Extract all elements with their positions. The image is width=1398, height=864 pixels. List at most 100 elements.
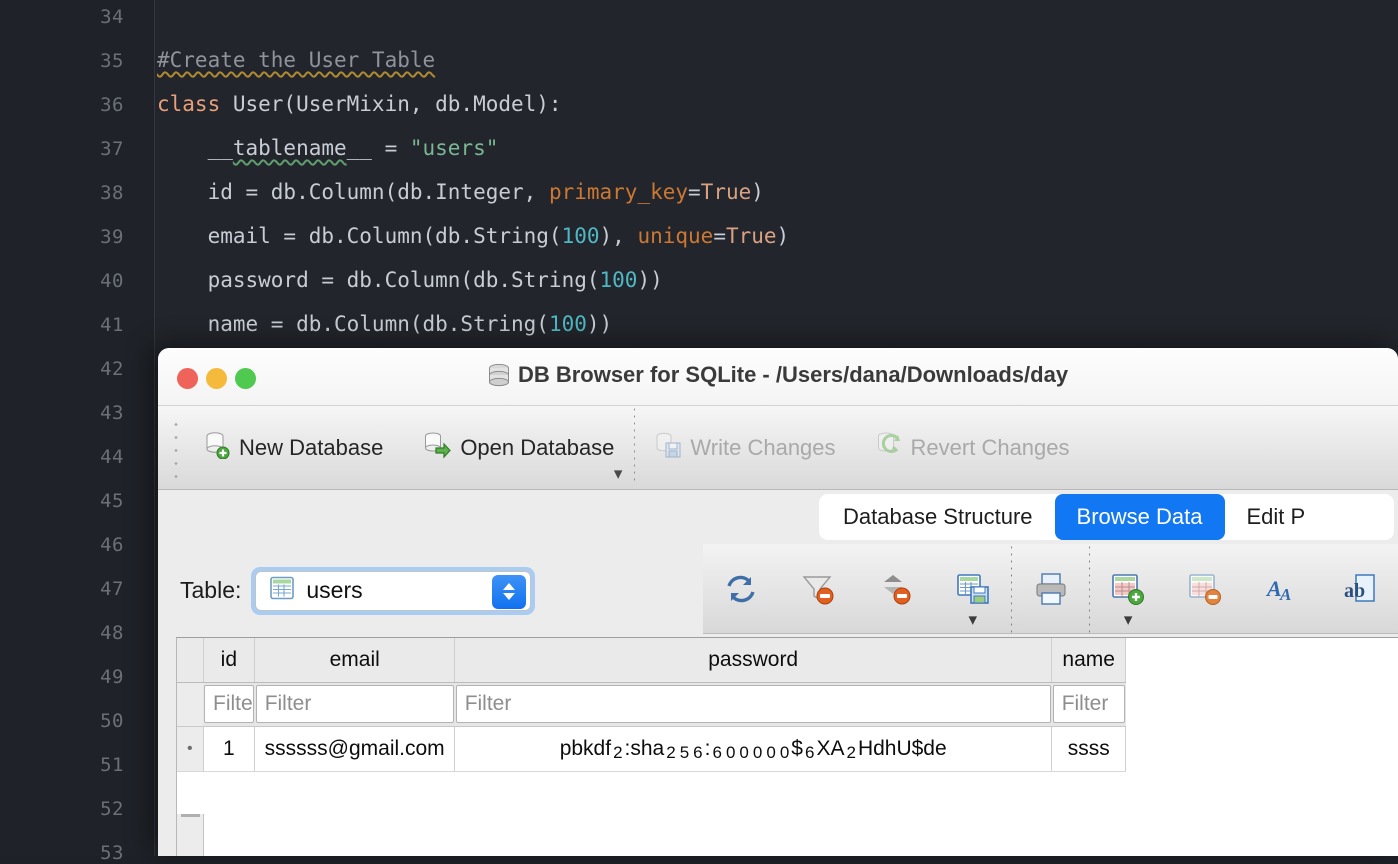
column-header-id[interactable]: id [203,638,255,682]
row-header-corner [177,638,203,682]
write-changes-label: Write Changes [690,435,835,461]
password-fragment: 0 [751,743,764,762]
code-token: 100 [600,268,638,292]
delete-record-icon[interactable] [1167,544,1244,634]
code-line[interactable]: #Create the User Table [157,48,435,72]
code-token: )) [587,312,612,336]
table-header-row: id email password name [177,638,1126,682]
clear-sort-icon[interactable] [857,544,934,634]
password-fragment: 0 [778,743,791,762]
filter-input-name[interactable]: Filter [1053,685,1125,723]
password-fragment: 5 [678,743,691,762]
code-token: ) [777,224,790,248]
code-line[interactable]: class User(UserMixin, db.Model): [157,92,562,116]
revert-changes-button[interactable]: Revert Changes [856,406,1090,490]
save-results-icon[interactable]: ▾ [934,544,1011,634]
editor-line-number-gutter: 3435363738394041424344454647484950515253 [0,0,155,856]
new-database-label: New Database [239,435,383,461]
code-token: tablename [233,136,347,160]
column-header-password[interactable]: password [455,638,1052,682]
filter-cell-id[interactable]: Filte [203,682,255,726]
password-fragment: 6 [803,743,816,762]
revert-changes-icon [876,431,902,465]
window-title: DB Browser for SQLite - /Users/dana/Down… [158,362,1398,388]
line-number: 52 [100,798,124,820]
open-database-button[interactable]: Open Database ▾ [403,406,634,490]
stepper-arrows-icon[interactable] [492,575,526,609]
find-replace-icon[interactable]: ab [1321,544,1398,634]
code-line[interactable]: __tablename__ = "users" [157,136,498,160]
row-marker: • [185,727,195,771]
data-table-body[interactable]: •1ssssss@gmail.compbkdf2:sha256:600000$6… [177,726,1126,771]
filter-input-password[interactable]: Filter [456,685,1051,723]
filter-cell-name[interactable]: Filter [1052,682,1126,726]
code-token: ) [751,180,764,204]
cell-name[interactable]: ssss [1052,726,1126,771]
new-database-icon [204,431,230,465]
filter-cell-password[interactable]: Filter [455,682,1052,726]
line-number: 39 [100,226,124,248]
chevron-down-icon[interactable]: ▾ [1124,611,1133,628]
column-header-name[interactable]: name [1052,638,1126,682]
main-toolbar[interactable]: New Database Open Database ▾ [158,406,1398,490]
code-token: name = db.Column(db.String( [157,312,549,336]
window-titlebar[interactable]: DB Browser for SQLite - /Users/dana/Down… [158,348,1398,406]
filter-input-email[interactable]: Filter [256,685,454,723]
clear-filter-icon[interactable] [780,544,857,634]
password-fragment: XA [816,737,844,760]
tab-bar[interactable]: Database Structure Browse Data Edit P [158,490,1398,544]
new-database-button[interactable]: New Database [184,406,403,490]
table-selector-combobox[interactable]: users [255,571,531,611]
chevron-down-icon[interactable]: ▾ [969,611,978,628]
password-fragment: 2 [844,743,857,762]
db-browser-window[interactable]: DB Browser for SQLite - /Users/dana/Down… [158,348,1398,856]
code-line[interactable]: name = db.Column(db.String(100)) [157,312,612,336]
open-database-icon [423,431,451,465]
refresh-icon[interactable] [703,544,780,634]
code-line[interactable]: email = db.Column(db.String(100), unique… [157,224,789,248]
cell-password[interactable]: pbkdf2:sha256:600000$6XA2HdhU$de [455,726,1052,771]
toolbar-grip[interactable] [174,418,178,478]
password-fragment: $ [791,737,803,760]
code-token: = [688,180,701,204]
code-line[interactable]: password = db.Column(db.String(100)) [157,268,663,292]
password-fragment: pbkdf [560,737,611,760]
line-number: 49 [100,666,124,688]
insert-record-icon[interactable]: ▾ [1090,544,1167,634]
password-fragment: 2 [664,743,677,762]
table-row[interactable]: •1ssssss@gmail.compbkdf2:sha256:600000$6… [177,726,1126,771]
tab-label: Database Structure [843,504,1033,530]
data-grid-container[interactable]: id email password name Filte Filter [158,637,1398,856]
print-icon[interactable] [1012,544,1089,634]
code-line[interactable]: id = db.Column(db.Integer, primary_key=T… [157,180,764,204]
code-token: __ = [347,136,410,160]
line-number: 40 [100,270,124,292]
cell-email[interactable]: ssssss@gmail.com [255,726,455,771]
line-number: 46 [100,534,124,556]
browse-data-toolbar[interactable]: Table: users [158,544,1398,637]
code-token: User(UserMixin, db.Model): [233,92,562,116]
filter-row[interactable]: Filte Filter Filter Filter [177,682,1126,726]
open-database-label: Open Database [460,435,614,461]
data-table[interactable]: id email password name Filte Filter [177,638,1126,772]
code-token: unique [637,224,713,248]
password-fragment: 0 [724,743,737,762]
filter-input-id[interactable]: Filte [204,685,254,723]
line-number: 42 [100,358,124,380]
tab-database-structure[interactable]: Database Structure [821,494,1055,540]
line-number: 38 [100,182,124,204]
tab-browse-data[interactable]: Browse Data [1055,494,1225,540]
font-size-icon[interactable]: A A [1244,544,1321,634]
chevron-down-icon[interactable]: ▾ [614,465,623,482]
tab-edit-pragmas[interactable]: Edit P [1225,494,1328,540]
write-changes-icon [655,431,681,465]
row-selector[interactable]: • [177,726,203,771]
grid-icon-toolbar[interactable]: ▾ ▾ [703,544,1398,634]
cell-id[interactable]: 1 [203,726,255,771]
column-header-email[interactable]: email [255,638,455,682]
filter-cell-email[interactable]: Filter [255,682,455,726]
line-number: 35 [100,50,124,72]
line-number: 43 [100,402,124,424]
data-grid[interactable]: id email password name Filte Filter [176,637,1398,856]
write-changes-button[interactable]: Write Changes [635,406,855,490]
